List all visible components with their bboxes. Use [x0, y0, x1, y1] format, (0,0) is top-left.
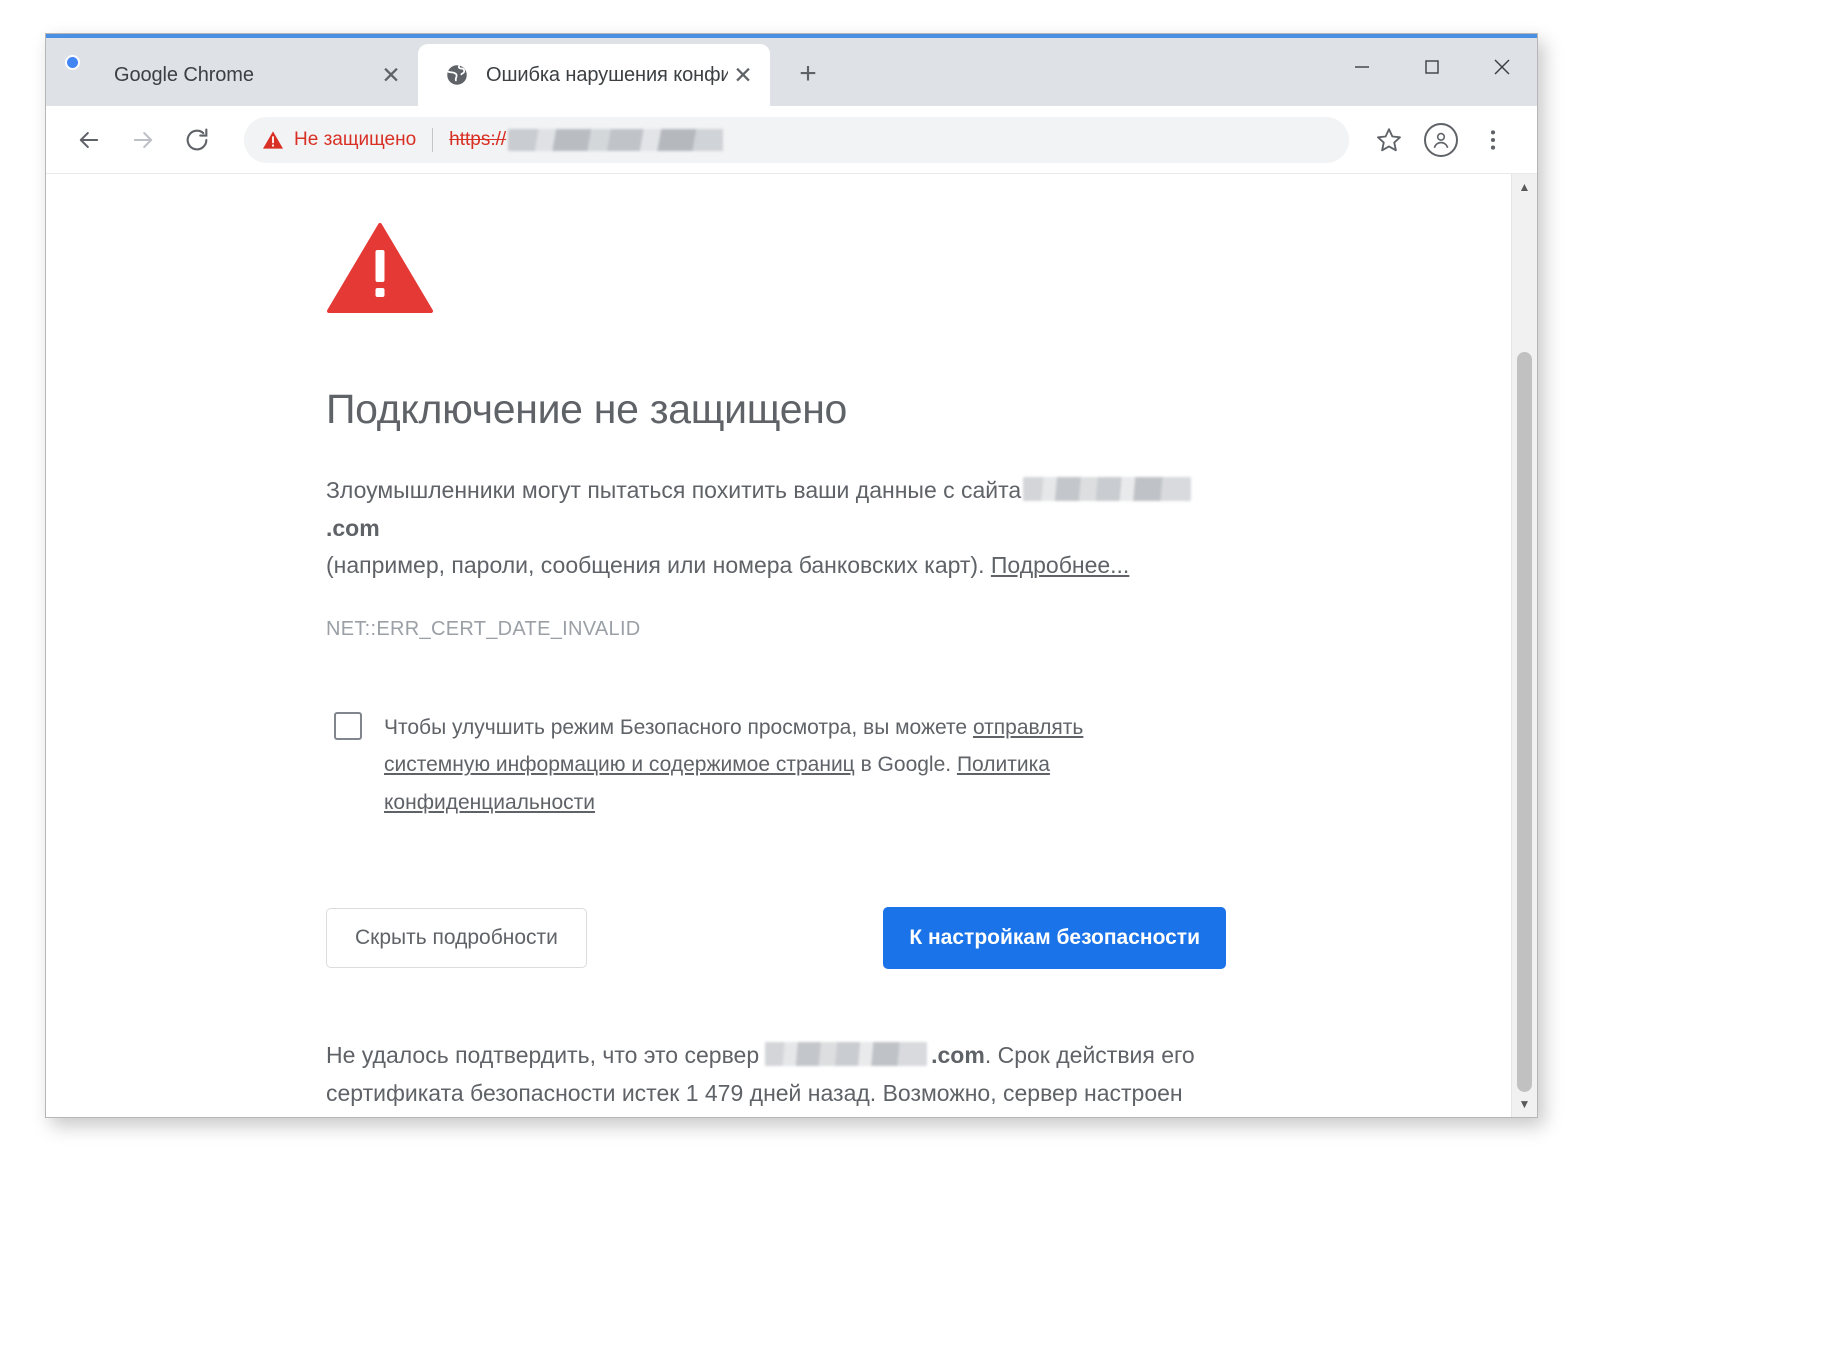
screenshot-root: Google Chrome ✕ Ошибка нарушения конфиде… [0, 0, 1844, 1366]
address-bar[interactable]: Не защищено https:// [244, 116, 1349, 163]
security-settings-button[interactable]: К настройкам безопасности [883, 907, 1226, 970]
reload-button[interactable] [170, 113, 224, 167]
profile-avatar-icon[interactable] [1415, 114, 1467, 166]
hostname-tld-detail: .com [931, 1042, 985, 1069]
interstitial-buttons: Скрыть подробности К настройкам безопасн… [326, 907, 1226, 970]
scroll-down-arrow-icon[interactable]: ▼ [1512, 1091, 1538, 1117]
safe-browsing-optin: Чтобы улучшить режим Безопасного просмот… [326, 709, 1226, 821]
window-controls [1327, 38, 1537, 96]
close-button[interactable] [1467, 38, 1537, 96]
window-accent-line [46, 34, 1537, 38]
toolbar-right-actions [1363, 114, 1519, 166]
tab-close-icon[interactable]: ✕ [376, 60, 406, 90]
page-viewport: Подключение не защищено Злоумышленники м… [46, 174, 1537, 1117]
url-host-redacted [508, 128, 724, 151]
error-description-suffix: (например, пароли, сообщения или номера … [326, 551, 985, 578]
page-title: Подключение не защищено [326, 386, 848, 432]
certificate-details-text: Не удалось подтвердить, что это сервер .c… [326, 1037, 1246, 1117]
chrome-browser-window: Google Chrome ✕ Ошибка нарушения конфиде… [45, 33, 1538, 1118]
error-description-prefix: Злоумышленники могут пытаться похитить в… [326, 477, 1022, 504]
learn-more-link[interactable]: Подробнее... [991, 552, 1129, 578]
details-part1: Не удалось подтвердить, что это сервер [326, 1042, 760, 1069]
browser-toolbar: Не защищено https:// [46, 106, 1537, 174]
optin-text-middle: в Google. [860, 753, 952, 777]
ssl-interstitial: Подключение не защищено Злоумышленники м… [326, 222, 1226, 1117]
redacted-hostname-detail [765, 1042, 928, 1067]
omnibox-divider [432, 127, 434, 152]
forward-button[interactable] [116, 113, 170, 167]
redacted-hostname [1023, 477, 1192, 502]
scroll-up-arrow-icon[interactable]: ▲ [1512, 174, 1538, 200]
hide-details-button[interactable]: Скрыть подробности [326, 908, 587, 969]
error-warning-icon [327, 223, 433, 313]
hostname-tld: .com [326, 514, 380, 541]
safe-browsing-optin-text: Чтобы улучшить режим Безопасного просмот… [384, 709, 1184, 821]
interstitial-scroll-area: Подключение не защищено Злоумышленники м… [46, 174, 1511, 1117]
chrome-menu-icon[interactable] [1467, 114, 1519, 166]
tab-title: Ошибка нарушения конфиденц [486, 63, 728, 86]
tab-google-chrome[interactable]: Google Chrome ✕ [46, 44, 418, 106]
url-scheme-text: https:// [449, 128, 507, 150]
minimize-button[interactable] [1327, 38, 1397, 96]
page-scrollbar[interactable]: ▲ ▼ [1511, 174, 1537, 1117]
globe-icon [444, 62, 470, 88]
scrollbar-thumb[interactable] [1517, 352, 1532, 1092]
new-tab-button[interactable]: + [786, 52, 830, 96]
error-description: Злоумышленники могут пытаться похитить в… [326, 472, 1226, 584]
bookmark-star-icon[interactable] [1363, 114, 1415, 166]
tab-strip: Google Chrome ✕ Ошибка нарушения конфиде… [46, 34, 1537, 106]
security-status-text: Не защищено [294, 128, 417, 150]
not-secure-warning-icon [263, 130, 283, 149]
optin-text-before: Чтобы улучшить режим Безопасного просмот… [384, 716, 968, 740]
maximize-button[interactable] [1397, 38, 1467, 96]
tab-privacy-error[interactable]: Ошибка нарушения конфиденц ✕ [418, 44, 770, 106]
back-button[interactable] [62, 113, 116, 167]
tab-title: Google Chrome [114, 63, 254, 86]
tab-close-icon[interactable]: ✕ [728, 60, 758, 90]
chrome-logo-icon [72, 62, 98, 88]
safe-browsing-checkbox[interactable] [334, 712, 362, 741]
error-code: NET::ERR_CERT_DATE_INVALID [326, 618, 641, 641]
